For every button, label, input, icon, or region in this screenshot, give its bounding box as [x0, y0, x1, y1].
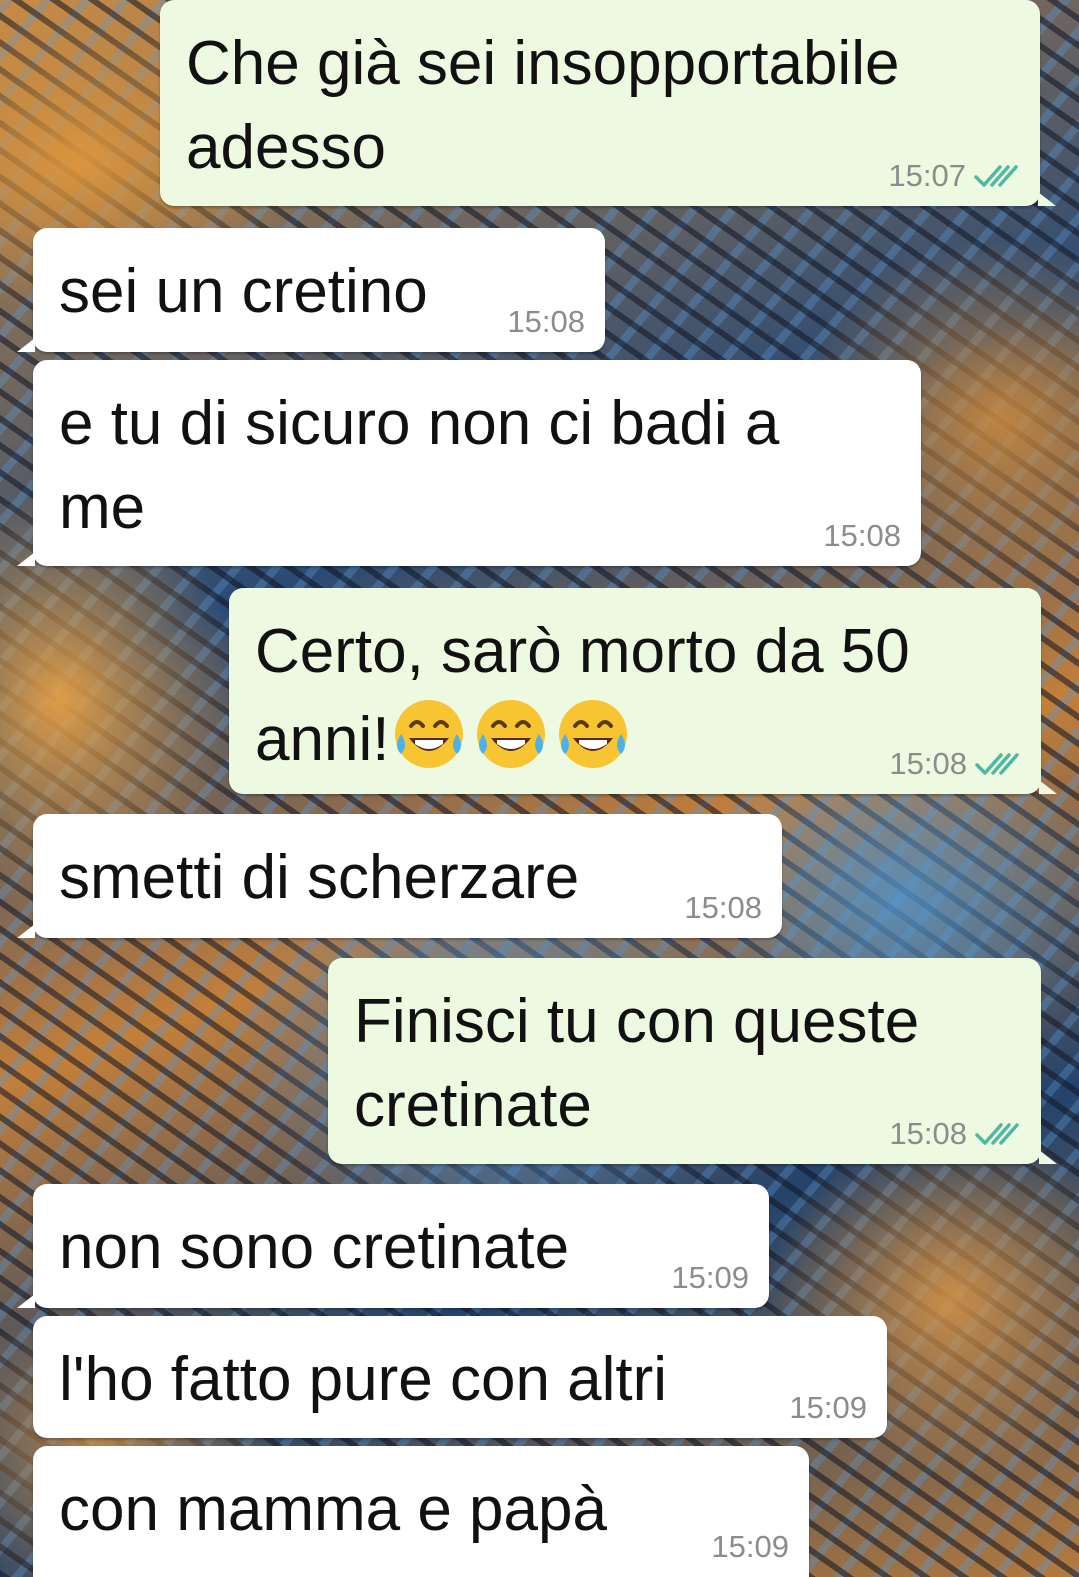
message-time: 15:09 — [789, 1390, 867, 1425]
message-time: 15:07 — [888, 158, 966, 193]
message-bubble-incoming[interactable]: e tu di sicuro non ci badi a me 15:08 — [17, 360, 921, 566]
message-text: e tu di sicuro non ci badi a me — [59, 389, 780, 542]
double-check-icon — [974, 165, 1018, 187]
message-text: l'ho fatto pure con altri — [59, 1345, 668, 1414]
message-time: 15:08 — [889, 746, 967, 781]
message-bubble-incoming[interactable]: smetti di scherzare 15:08 — [17, 814, 782, 938]
message-bubble-incoming[interactable]: non sono cretinate 15:09 — [17, 1184, 769, 1308]
message-bubble-incoming[interactable]: con mamma e papà 15:09 — [33, 1446, 809, 1577]
message-bubble-outgoing[interactable]: Che già sei insopportabile adesso 15:07 — [160, 0, 1056, 206]
message-meta: 15:09 — [789, 1390, 867, 1426]
message-bubble-incoming[interactable]: sei un cretino 15:08 — [17, 228, 605, 352]
message-time: 15:09 — [711, 1529, 789, 1564]
message-text: smetti di scherzare — [59, 843, 580, 912]
message-text: sei un cretino — [59, 257, 428, 326]
message-time: 15:08 — [684, 890, 762, 925]
emoji-group — [389, 694, 633, 774]
message-meta: 15:08 — [889, 1116, 1021, 1152]
message-meta: 15:07 — [888, 158, 1020, 194]
message-meta: 15:08 — [684, 890, 762, 926]
face-with-tears-of-joy-icon — [559, 700, 628, 768]
message-time: 15:08 — [507, 304, 585, 339]
face-with-tears-of-joy-icon — [477, 700, 546, 768]
message-text: non sono cretinate — [59, 1213, 570, 1282]
message-meta: 15:08 — [823, 518, 901, 554]
message-time: 15:09 — [671, 1260, 749, 1295]
message-meta: 15:08 — [507, 304, 585, 340]
message-time: 15:08 — [823, 518, 901, 553]
message-meta: 15:09 — [671, 1260, 749, 1296]
message-bubble-outgoing[interactable]: Certo, sarò morto da 50 anni! 15:08 — [229, 588, 1057, 794]
message-meta: 15:09 — [711, 1529, 789, 1565]
double-check-icon — [975, 753, 1019, 775]
double-check-icon — [975, 1123, 1019, 1145]
message-bubble-incoming[interactable]: l'ho fatto pure con altri 15:09 — [33, 1316, 887, 1438]
message-time: 15:08 — [889, 1116, 967, 1151]
message-meta: 15:08 — [889, 746, 1021, 782]
face-with-tears-of-joy-icon — [395, 700, 464, 768]
message-text: con mamma e papà — [59, 1475, 607, 1544]
message-bubble-outgoing[interactable]: Finisci tu con queste cretinate 15:08 — [328, 958, 1057, 1164]
